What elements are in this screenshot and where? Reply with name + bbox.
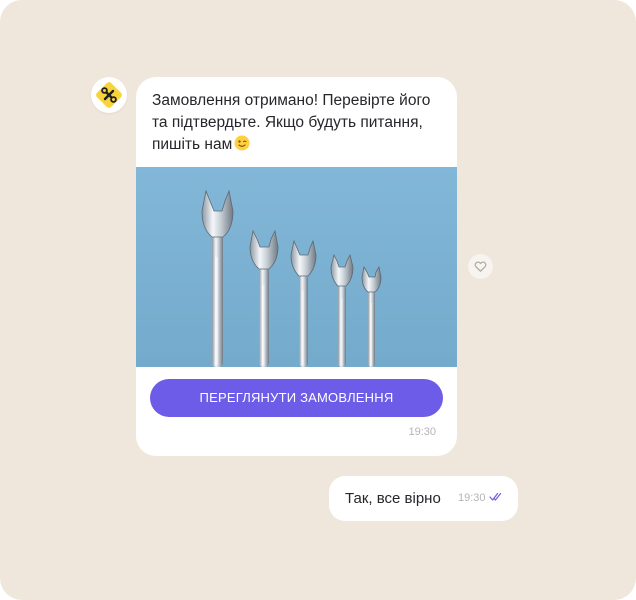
heart-icon [474,261,487,272]
message-text-block: Замовлення отримано! Перевірте його та п… [152,90,442,156]
chat-canvas: Замовлення отримано! Перевірте його та п… [0,0,636,600]
incoming-timestamp: 19:30 [408,426,436,438]
winking-face-emoji [234,135,250,151]
double-check-icon [489,492,502,501]
outgoing-message: Так, все вірно 19:30 [329,476,518,521]
incoming-message: Замовлення отримано! Перевірте його та п… [136,77,457,456]
wrenches-photo [136,167,457,367]
message-text: Замовлення отримано! Перевірте його та п… [152,92,431,153]
outgoing-timestamp: 19:30 [458,492,486,504]
outgoing-message-text: Так, все вірно [345,490,441,507]
view-order-button[interactable]: ПЕРЕГЛЯНУТИ ЗАМОВЛЕННЯ [150,379,443,417]
bot-avatar [91,77,127,113]
tools-logo-icon [96,82,122,108]
wrenches-illustration [136,167,457,367]
like-button[interactable] [468,254,493,279]
